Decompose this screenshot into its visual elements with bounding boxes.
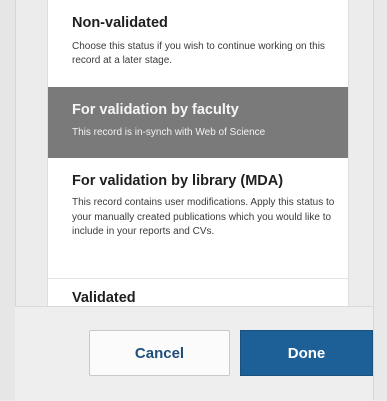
status-option-description: This record contains user modifications.…: [72, 197, 335, 237]
status-option-title: For validation by faculty: [72, 102, 239, 118]
status-option-title: Validated: [72, 290, 136, 306]
status-options-list[interactable]: Non-validated Choose this status if you …: [47, 0, 349, 306]
status-option-validation-by-faculty[interactable]: For validation by faculty This record is…: [48, 87, 348, 158]
status-option-description: This record is in-synch with Web of Scie…: [72, 127, 266, 138]
background-frame-right: [373, 0, 387, 400]
status-option-non-validated[interactable]: Non-validated Choose this status if you …: [48, 0, 348, 87]
done-button[interactable]: Done: [240, 330, 373, 376]
status-option-validated[interactable]: Validated: [48, 278, 348, 306]
status-option-description: Choose this status if you wish to contin…: [72, 41, 325, 66]
status-option-title: For validation by library (MDA): [72, 173, 284, 189]
cancel-button[interactable]: Cancel: [89, 330, 230, 376]
status-option-title: Non-validated: [72, 15, 168, 31]
status-option-validation-by-library[interactable]: For validation by library (MDA) This rec…: [48, 158, 348, 278]
background-frame-left: [0, 0, 16, 400]
